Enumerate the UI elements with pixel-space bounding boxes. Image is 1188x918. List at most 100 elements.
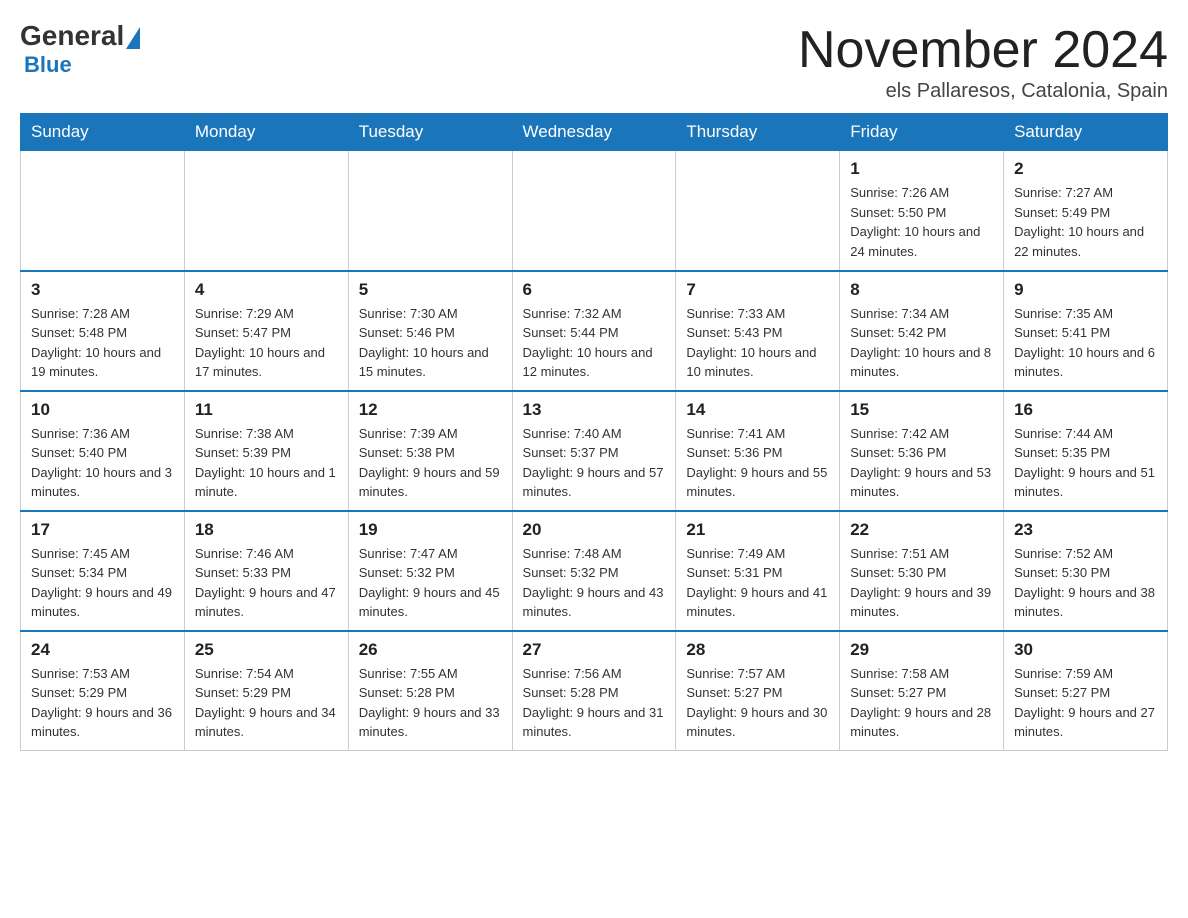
calendar-cell: 17 Sunrise: 7:45 AMSunset: 5:34 PMDayligh…	[21, 511, 185, 631]
day-number: 13	[523, 400, 666, 420]
day-info: Sunrise: 7:58 AMSunset: 5:27 PMDaylight:…	[850, 664, 993, 742]
calendar-week-row: 3Sunrise: 7:28 AMSunset: 5:48 PMDaylight…	[21, 271, 1168, 391]
calendar-cell	[184, 151, 348, 271]
day-number: 23	[1014, 520, 1157, 540]
calendar-table: SundayMondayTuesdayWednesdayThursdayFrid…	[20, 113, 1168, 751]
day-info: Sunrise: 7:54 AMSunset: 5:29 PMDaylight:…	[195, 664, 338, 742]
calendar-cell: 30 Sunrise: 7:59 AMSunset: 5:27 PMDayligh…	[1004, 631, 1168, 751]
calendar-cell: 14Sunrise: 7:41 AMSunset: 5:36 PMDayligh…	[676, 391, 840, 511]
day-number: 28	[686, 640, 829, 660]
day-number: 11	[195, 400, 338, 420]
calendar-cell: 18Sunrise: 7:46 AMSunset: 5:33 PMDayligh…	[184, 511, 348, 631]
day-info: Sunrise: 7:53 AMSunset: 5:29 PMDaylight:…	[31, 664, 174, 742]
calendar-cell: 11 Sunrise: 7:38 AMSunset: 5:39 PMDayligh…	[184, 391, 348, 511]
calendar-cell: 2Sunrise: 7:27 AMSunset: 5:49 PMDaylight…	[1004, 151, 1168, 271]
calendar-week-row: 1 Sunrise: 7:26 AMSunset: 5:50 PMDaylight…	[21, 151, 1168, 271]
day-number: 27	[523, 640, 666, 660]
day-number: 8	[850, 280, 993, 300]
day-info: Sunrise: 7:57 AMSunset: 5:27 PMDaylight:…	[686, 664, 829, 742]
day-info: Sunrise: 7:26 AMSunset: 5:50 PMDaylight:…	[850, 183, 993, 261]
calendar-week-row: 24 Sunrise: 7:53 AMSunset: 5:29 PMDayligh…	[21, 631, 1168, 751]
calendar-cell: 8 Sunrise: 7:34 AMSunset: 5:42 PMDaylight…	[840, 271, 1004, 391]
day-info: Sunrise: 7:29 AMSunset: 5:47 PMDaylight:…	[195, 304, 338, 382]
calendar-week-row: 17 Sunrise: 7:45 AMSunset: 5:34 PMDayligh…	[21, 511, 1168, 631]
calendar-cell: 22Sunrise: 7:51 AMSunset: 5:30 PMDayligh…	[840, 511, 1004, 631]
calendar-cell: 27 Sunrise: 7:56 AMSunset: 5:28 PMDayligh…	[512, 631, 676, 751]
calendar-cell: 13 Sunrise: 7:40 AMSunset: 5:37 PMDayligh…	[512, 391, 676, 511]
day-number: 29	[850, 640, 993, 660]
day-info: Sunrise: 7:59 AMSunset: 5:27 PMDaylight:…	[1014, 664, 1157, 742]
day-number: 16	[1014, 400, 1157, 420]
day-info: Sunrise: 7:56 AMSunset: 5:28 PMDaylight:…	[523, 664, 666, 742]
day-info: Sunrise: 7:47 AMSunset: 5:32 PMDaylight:…	[359, 544, 502, 622]
day-number: 7	[686, 280, 829, 300]
calendar-cell: 20Sunrise: 7:48 AMSunset: 5:32 PMDayligh…	[512, 511, 676, 631]
calendar-cell: 25 Sunrise: 7:54 AMSunset: 5:29 PMDayligh…	[184, 631, 348, 751]
day-info: Sunrise: 7:39 AMSunset: 5:38 PMDaylight:…	[359, 424, 502, 502]
day-number: 12	[359, 400, 502, 420]
weekday-header-row: SundayMondayTuesdayWednesdayThursdayFrid…	[21, 114, 1168, 151]
weekday-header-saturday: Saturday	[1004, 114, 1168, 151]
day-number: 17	[31, 520, 174, 540]
day-info: Sunrise: 7:48 AMSunset: 5:32 PMDaylight:…	[523, 544, 666, 622]
calendar-cell: 21 Sunrise: 7:49 AMSunset: 5:31 PMDayligh…	[676, 511, 840, 631]
weekday-header-friday: Friday	[840, 114, 1004, 151]
calendar-cell: 19Sunrise: 7:47 AMSunset: 5:32 PMDayligh…	[348, 511, 512, 631]
logo: General Blue	[20, 20, 140, 78]
day-number: 1	[850, 159, 993, 179]
calendar-cell: 9 Sunrise: 7:35 AMSunset: 5:41 PMDaylight…	[1004, 271, 1168, 391]
day-info: Sunrise: 7:42 AMSunset: 5:36 PMDaylight:…	[850, 424, 993, 502]
calendar-cell	[21, 151, 185, 271]
day-number: 30	[1014, 640, 1157, 660]
calendar-cell: 23 Sunrise: 7:52 AMSunset: 5:30 PMDayligh…	[1004, 511, 1168, 631]
weekday-header-tuesday: Tuesday	[348, 114, 512, 151]
day-info: Sunrise: 7:34 AMSunset: 5:42 PMDaylight:…	[850, 304, 993, 382]
calendar-cell: 4 Sunrise: 7:29 AMSunset: 5:47 PMDaylight…	[184, 271, 348, 391]
day-number: 22	[850, 520, 993, 540]
day-number: 9	[1014, 280, 1157, 300]
weekday-header-monday: Monday	[184, 114, 348, 151]
day-number: 24	[31, 640, 174, 660]
calendar-cell: 16 Sunrise: 7:44 AMSunset: 5:35 PMDayligh…	[1004, 391, 1168, 511]
day-info: Sunrise: 7:38 AMSunset: 5:39 PMDaylight:…	[195, 424, 338, 502]
day-info: Sunrise: 7:40 AMSunset: 5:37 PMDaylight:…	[523, 424, 666, 502]
calendar-cell: 15Sunrise: 7:42 AMSunset: 5:36 PMDayligh…	[840, 391, 1004, 511]
day-number: 10	[31, 400, 174, 420]
day-info: Sunrise: 7:30 AMSunset: 5:46 PMDaylight:…	[359, 304, 502, 382]
calendar-week-row: 10Sunrise: 7:36 AMSunset: 5:40 PMDayligh…	[21, 391, 1168, 511]
day-info: Sunrise: 7:32 AMSunset: 5:44 PMDaylight:…	[523, 304, 666, 382]
day-number: 6	[523, 280, 666, 300]
day-info: Sunrise: 7:44 AMSunset: 5:35 PMDaylight:…	[1014, 424, 1157, 502]
calendar-cell: 5Sunrise: 7:30 AMSunset: 5:46 PMDaylight…	[348, 271, 512, 391]
calendar-cell: 3Sunrise: 7:28 AMSunset: 5:48 PMDaylight…	[21, 271, 185, 391]
day-number: 2	[1014, 159, 1157, 179]
logo-general-text: General	[20, 20, 124, 52]
calendar-cell: 28 Sunrise: 7:57 AMSunset: 5:27 PMDayligh…	[676, 631, 840, 751]
day-number: 21	[686, 520, 829, 540]
day-info: Sunrise: 7:35 AMSunset: 5:41 PMDaylight:…	[1014, 304, 1157, 382]
calendar-cell: 24 Sunrise: 7:53 AMSunset: 5:29 PMDayligh…	[21, 631, 185, 751]
logo-triangle-icon	[126, 27, 140, 49]
day-info: Sunrise: 7:45 AMSunset: 5:34 PMDaylight:…	[31, 544, 174, 622]
calendar-cell	[512, 151, 676, 271]
calendar-cell: 26Sunrise: 7:55 AMSunset: 5:28 PMDayligh…	[348, 631, 512, 751]
day-info: Sunrise: 7:52 AMSunset: 5:30 PMDaylight:…	[1014, 544, 1157, 622]
calendar-cell: 12 Sunrise: 7:39 AMSunset: 5:38 PMDayligh…	[348, 391, 512, 511]
logo-top: General	[20, 20, 140, 52]
location-text: els Pallaresos, Catalonia, Spain	[798, 80, 1168, 103]
day-number: 25	[195, 640, 338, 660]
calendar-cell: 29 Sunrise: 7:58 AMSunset: 5:27 PMDayligh…	[840, 631, 1004, 751]
day-number: 26	[359, 640, 502, 660]
weekday-header-sunday: Sunday	[21, 114, 185, 151]
month-title: November 2024	[798, 20, 1168, 80]
calendar-cell: 6 Sunrise: 7:32 AMSunset: 5:44 PMDaylight…	[512, 271, 676, 391]
calendar-cell	[348, 151, 512, 271]
calendar-cell: 7Sunrise: 7:33 AMSunset: 5:43 PMDaylight…	[676, 271, 840, 391]
title-area: November 2024 els Pallaresos, Catalonia,…	[798, 20, 1168, 103]
day-number: 14	[686, 400, 829, 420]
day-number: 3	[31, 280, 174, 300]
weekday-header-thursday: Thursday	[676, 114, 840, 151]
day-number: 4	[195, 280, 338, 300]
logo-blue-text: Blue	[24, 52, 72, 78]
day-info: Sunrise: 7:49 AMSunset: 5:31 PMDaylight:…	[686, 544, 829, 622]
